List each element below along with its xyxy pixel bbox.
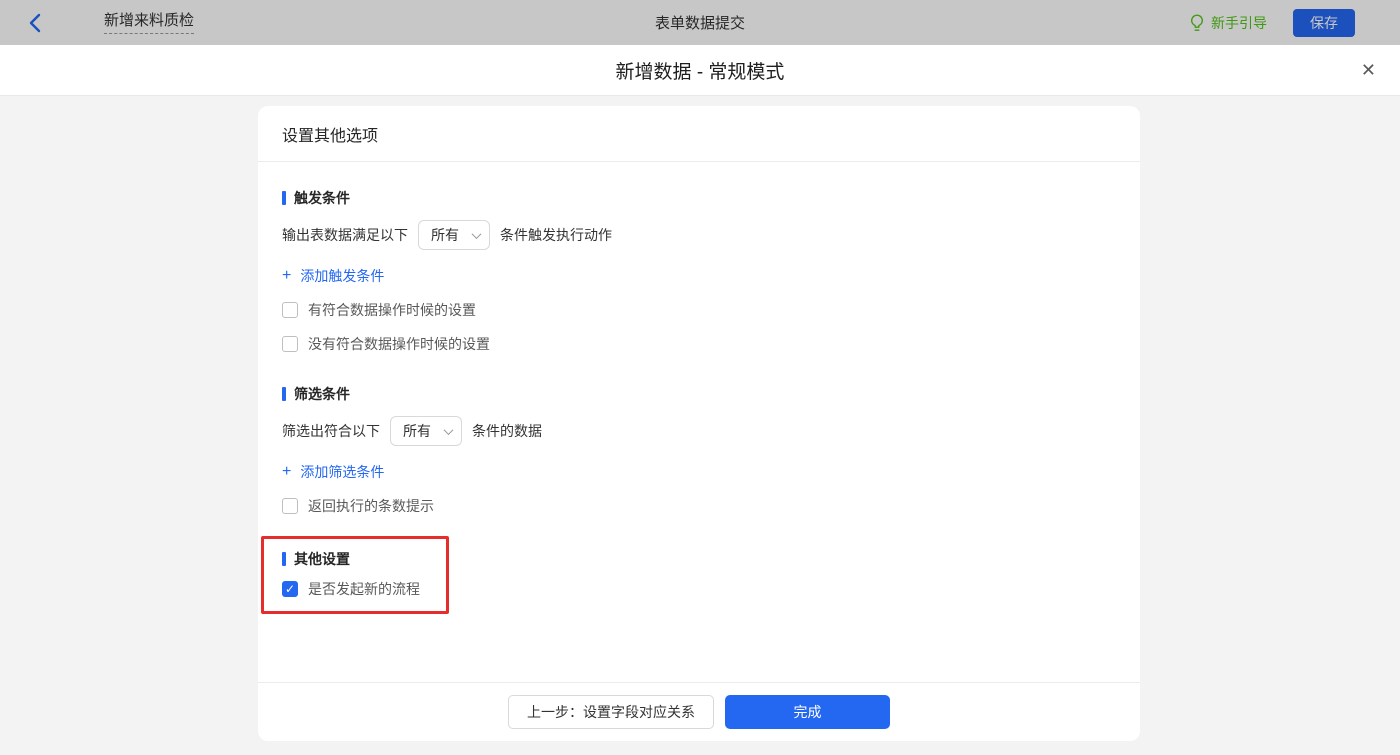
other-section-title-text: 其他设置 [294, 549, 350, 569]
section-filter-condition: 筛选条件 筛选出符合以下 所有 条件的数据 + 添加筛选条件 返回执行的条数 [282, 384, 1116, 516]
section-marker [282, 387, 286, 401]
annotation-highlight-box: 其他设置 ✓ 是否发起新的流程 [261, 536, 449, 614]
filter-section-title: 筛选条件 [282, 384, 1116, 404]
section-trigger-condition: 触发条件 输出表数据满足以下 所有 条件触发执行动作 + 添加触发条件 有符 [282, 188, 1116, 354]
modal-body: 设置其他选项 触发条件 输出表数据满足以下 所有 条件触发执行动作 [0, 96, 1400, 755]
add-filter-condition-label: 添加筛选条件 [300, 462, 384, 482]
trigger-section-title-text: 触发条件 [294, 188, 350, 208]
beginner-guide-label: 新手引导 [1211, 13, 1267, 33]
modal-header: 新增数据 - 常规模式 ✕ [0, 45, 1400, 96]
chevron-down-icon [472, 229, 482, 239]
filter-condition-row: 筛选出符合以下 所有 条件的数据 [282, 416, 1116, 446]
chevron-down-icon [444, 425, 454, 435]
checkbox-row-return-count-hint[interactable]: 返回执行的条数提示 [282, 496, 434, 516]
checkbox-label: 返回执行的条数提示 [308, 496, 434, 516]
filter-select-value: 所有 [403, 421, 431, 441]
topbar-actions: 新手引导 保存 [1189, 9, 1355, 37]
checkbox-unchecked[interactable] [282, 302, 298, 318]
checkbox-label: 有符合数据操作时候的设置 [308, 300, 476, 320]
page-title[interactable]: 新增来料质检 [104, 12, 194, 34]
card-content: 触发条件 输出表数据满足以下 所有 条件触发执行动作 + 添加触发条件 有符 [258, 162, 1140, 614]
top-bar: 新增来料质检 表单数据提交 新手引导 保存 [0, 0, 1400, 45]
trigger-row-prefix: 输出表数据满足以下 [282, 225, 408, 245]
checkbox-checked[interactable]: ✓ [282, 581, 298, 597]
checkbox-label: 没有符合数据操作时候的设置 [308, 334, 490, 354]
plus-icon: + [282, 269, 291, 283]
filter-row-suffix: 条件的数据 [472, 421, 542, 441]
trigger-section-title: 触发条件 [282, 188, 1116, 208]
checkbox-row-has-matching-data[interactable]: 有符合数据操作时候的设置 [282, 300, 476, 320]
section-marker [282, 552, 286, 566]
modal-title: 新增数据 - 常规模式 [616, 57, 785, 84]
save-button[interactable]: 保存 [1293, 9, 1355, 37]
back-button[interactable] [28, 12, 48, 34]
checkbox-unchecked[interactable] [282, 336, 298, 352]
lightbulb-icon [1189, 14, 1205, 32]
checkbox-unchecked[interactable] [282, 498, 298, 514]
trigger-select-value: 所有 [431, 225, 459, 245]
close-icon[interactable]: ✕ [1361, 59, 1376, 81]
other-section-title: 其他设置 [282, 549, 420, 569]
beginner-guide-link[interactable]: 新手引导 [1189, 13, 1267, 33]
trigger-condition-row: 输出表数据满足以下 所有 条件触发执行动作 [282, 220, 1116, 250]
options-card: 设置其他选项 触发条件 输出表数据满足以下 所有 条件触发执行动作 [258, 106, 1140, 741]
filter-condition-select[interactable]: 所有 [390, 416, 462, 446]
topbar-center-title: 表单数据提交 [655, 12, 745, 33]
card-header: 设置其他选项 [258, 106, 1140, 162]
chevron-left-icon [28, 13, 42, 33]
section-marker [282, 191, 286, 205]
checkbox-row-no-matching-data[interactable]: 没有符合数据操作时候的设置 [282, 334, 490, 354]
add-trigger-condition-link[interactable]: + 添加触发条件 [282, 266, 384, 286]
plus-icon: + [282, 465, 291, 479]
checkbox-row-start-new-flow[interactable]: ✓ 是否发起新的流程 [282, 579, 420, 599]
checkbox-label: 是否发起新的流程 [308, 579, 420, 599]
filter-row-prefix: 筛选出符合以下 [282, 421, 380, 441]
card-footer: 上一步：设置字段对应关系 完成 [258, 682, 1140, 741]
card-header-title: 设置其他选项 [282, 122, 378, 146]
filter-section-title-text: 筛选条件 [294, 384, 350, 404]
trigger-row-suffix: 条件触发执行动作 [500, 225, 612, 245]
add-filter-condition-link[interactable]: + 添加筛选条件 [282, 462, 384, 482]
previous-step-button[interactable]: 上一步：设置字段对应关系 [508, 695, 714, 729]
done-button[interactable]: 完成 [725, 695, 890, 729]
trigger-condition-select[interactable]: 所有 [418, 220, 490, 250]
add-trigger-condition-label: 添加触发条件 [300, 266, 384, 286]
